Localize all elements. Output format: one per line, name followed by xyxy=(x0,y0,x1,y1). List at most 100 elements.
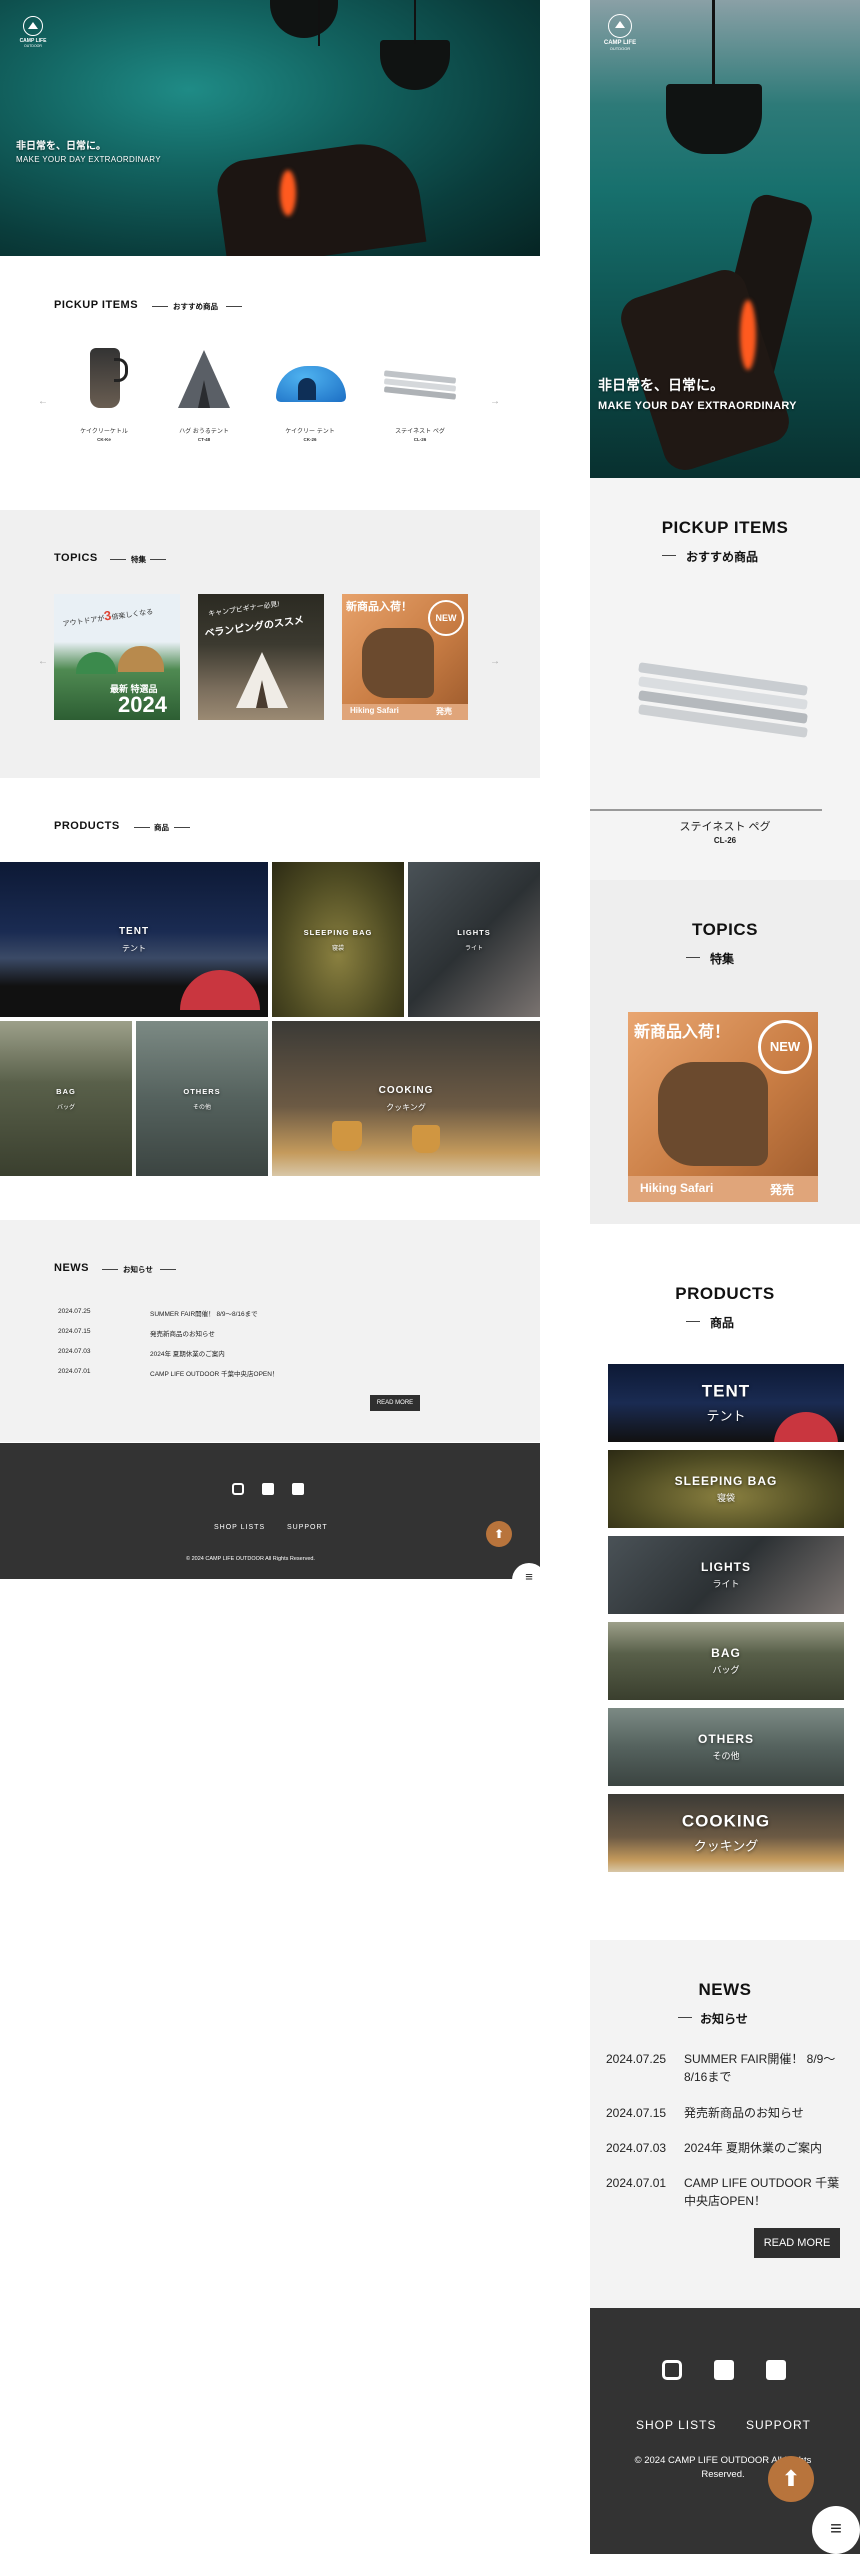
topic-card-latest[interactable]: アウトドアが3倍楽しくなる 最新 特選品 2024 xyxy=(54,594,180,720)
topics-prev-arrow[interactable]: ← xyxy=(38,656,48,667)
product-tile-others[interactable]: OTHERS その他 xyxy=(136,1021,268,1176)
pegs-image[interactable] xyxy=(638,662,808,738)
news-date: 2024.07.03 xyxy=(606,2141,667,2155)
hero-tagline-jp: 非日常を、日常に。 xyxy=(598,377,724,393)
pickup-next-arrow[interactable]: → xyxy=(490,396,500,407)
hanging-pot-image xyxy=(380,40,450,90)
logo-tent-icon xyxy=(608,14,632,38)
news-date: 2024.07.03 xyxy=(58,1348,91,1355)
topics-subtitle: 特集 xyxy=(131,555,146,564)
hero-tagline-jp: 非日常を、日常に。 xyxy=(16,141,106,152)
new-badge: NEW xyxy=(758,1020,812,1074)
topics-title: TOPICS xyxy=(692,920,758,939)
pickup-prev-arrow[interactable]: ← xyxy=(38,396,48,407)
news-date: 2024.07.01 xyxy=(606,2176,667,2190)
read-more-button[interactable]: READ MORE xyxy=(754,2228,840,2258)
instagram-icon[interactable] xyxy=(232,1483,244,1495)
product-label-en: LIGHTS xyxy=(701,1560,751,1574)
product-tile-sleeping-bag[interactable]: SLEEPING BAG 寝袋 xyxy=(608,1450,844,1528)
firewood-image xyxy=(213,136,427,256)
product-tile-tent[interactable]: TENT テント xyxy=(0,862,268,1017)
title-dash xyxy=(686,957,700,958)
product-label-en: BAG xyxy=(711,1646,741,1660)
footer-link-shop-lists[interactable]: SHOP LISTS xyxy=(214,1524,265,1531)
back-to-top-button[interactable]: ⬆ xyxy=(768,2456,814,2502)
hero-desktop: CAMP LIFE OUTDOOR 非日常を、日常に。 MAKE YOUR DA… xyxy=(0,0,540,256)
title-dash xyxy=(160,1269,176,1270)
product-tile-lights[interactable]: LIGHTS ライト xyxy=(608,1536,844,1614)
pickup-item[interactable]: ハグ おうるテント CT-48 xyxy=(164,340,244,442)
product-tile-others[interactable]: OTHERS その他 xyxy=(608,1708,844,1786)
topics-next-arrow[interactable]: → xyxy=(490,656,500,667)
topic-card-year: 2024 xyxy=(118,692,167,717)
facebook-icon[interactable] xyxy=(714,2360,734,2380)
product-tile-bag[interactable]: BAG バッグ xyxy=(0,1021,132,1176)
topic-card-new-arrival[interactable]: 新商品入荷！ NEW Hiking Safari 発売 xyxy=(628,1012,818,1202)
pickup-item-name: ステイネスト ペグ xyxy=(679,821,771,833)
footer-link-support[interactable]: SUPPORT xyxy=(746,2418,811,2432)
products-subtitle: 商品 xyxy=(710,1316,735,1330)
topics-section-desktop: TOPICS 特集 ← → アウトドアが3倍楽しくなる 最新 特選品 2024 … xyxy=(0,510,540,778)
product-tile-cooking[interactable]: COOKING クッキング xyxy=(272,1021,540,1176)
news-item-link[interactable]: SUMMER FAIR開催！ 8/9〜8/16まで xyxy=(684,2050,842,2086)
pickup-item[interactable]: ケイクリーケトル CK-Ke xyxy=(64,340,144,442)
news-subtitle: お知らせ xyxy=(700,2012,748,2026)
instagram-icon[interactable] xyxy=(662,2360,682,2380)
news-item-link[interactable]: 発売新商品のお知らせ xyxy=(684,2104,842,2122)
logo-tent-icon xyxy=(23,16,43,36)
menu-button[interactable]: ≡ xyxy=(812,2506,860,2554)
logo-subtext: OUTDOOR xyxy=(24,44,42,48)
news-item-link[interactable]: 発売新商品のお知らせ xyxy=(150,1328,215,1338)
footer-link-shop-lists[interactable]: SHOP LISTS xyxy=(636,2418,716,2432)
product-label-en: COOKING xyxy=(378,1084,434,1096)
title-dash xyxy=(226,306,242,307)
news-date: 2024.07.15 xyxy=(606,2106,667,2120)
topic-card-text: 新商品入荷！ xyxy=(634,1024,731,1041)
topics-subtitle: 特集 xyxy=(710,952,735,966)
topic-card-glamping[interactable]: キャンプビギナー必見! ベランピングのススメ xyxy=(198,594,324,720)
pickup-item[interactable]: ステイネスト ペグ CL-26 xyxy=(380,340,460,442)
product-label-en: TENT xyxy=(701,1381,751,1401)
hero-tagline-en: MAKE YOUR DAY EXTRAORDINARY xyxy=(16,155,161,164)
pickup-item[interactable]: ケイクリー テント CK-26 xyxy=(270,340,350,442)
menu-button[interactable]: ≡ xyxy=(512,1563,546,1597)
news-item-link[interactable]: SUMMER FAIR開催！ 8/9〜8/16まで xyxy=(150,1308,258,1318)
topic-card-text: 新商品入荷！ xyxy=(346,601,412,613)
pickup-item-code: CL-26 xyxy=(713,836,737,845)
product-label-jp: その他 xyxy=(192,1104,211,1111)
news-item-link[interactable]: CAMP LIFE OUTDOOR 千葉中央店OPEN！ xyxy=(684,2174,842,2210)
news-item-link[interactable]: 2024年 夏期休業のご案内 xyxy=(150,1348,225,1358)
facebook-icon[interactable] xyxy=(262,1483,274,1495)
read-more-button[interactable]: READ MORE xyxy=(370,1395,420,1411)
footer-link-support[interactable]: SUPPORT xyxy=(287,1524,328,1531)
product-tile-cooking[interactable]: COOKING クッキング xyxy=(608,1794,844,1872)
pickup-item-code: CK-26 xyxy=(303,437,317,442)
product-label-jp: 寝袋 xyxy=(331,945,344,952)
product-tile-tent[interactable]: TENT テント xyxy=(608,1364,844,1442)
fire-glow xyxy=(280,170,296,216)
pickup-item-code: CK-Ke xyxy=(97,437,111,442)
products-subtitle: 商品 xyxy=(154,823,169,832)
products-title: PRODUCTS xyxy=(54,820,120,832)
teepee-tent-image xyxy=(164,340,244,420)
news-item-link[interactable]: CAMP LIFE OUTDOOR 千葉中央店OPEN！ xyxy=(150,1368,278,1378)
product-label-jp: クッキング xyxy=(693,1838,759,1854)
news-item-link[interactable]: 2024年 夏期休業のご案内 xyxy=(684,2139,842,2157)
topic-card-new-arrival[interactable]: 新商品入荷！ NEW Hiking Safari 発売 xyxy=(342,594,468,720)
product-label-en: OTHERS xyxy=(697,1732,754,1746)
product-label-jp: バッグ xyxy=(712,1665,740,1675)
pickup-title: PICKUP ITEMS xyxy=(54,299,139,311)
site-logo[interactable]: CAMP LIFE OUTDOOR xyxy=(600,14,640,51)
pot-chain xyxy=(414,0,416,44)
hero-mobile: CAMP LIFE OUTDOOR 非日常を、日常に。 MAKE YOUR DA… xyxy=(590,0,860,478)
site-logo[interactable]: CAMP LIFE OUTDOOR xyxy=(18,16,48,48)
back-to-top-button[interactable]: ⬆ xyxy=(486,1521,512,1547)
product-tile-bag[interactable]: BAG バッグ xyxy=(608,1622,844,1700)
twitter-icon[interactable] xyxy=(292,1483,304,1495)
title-dash xyxy=(174,827,190,828)
product-tile-lights[interactable]: LIGHTS ライト xyxy=(408,862,540,1017)
product-label-en: SLEEPING BAG xyxy=(674,1474,778,1488)
title-dash xyxy=(134,827,150,828)
product-tile-sleeping-bag[interactable]: SLEEPING BAG 寝袋 xyxy=(272,862,404,1017)
twitter-icon[interactable] xyxy=(766,2360,786,2380)
